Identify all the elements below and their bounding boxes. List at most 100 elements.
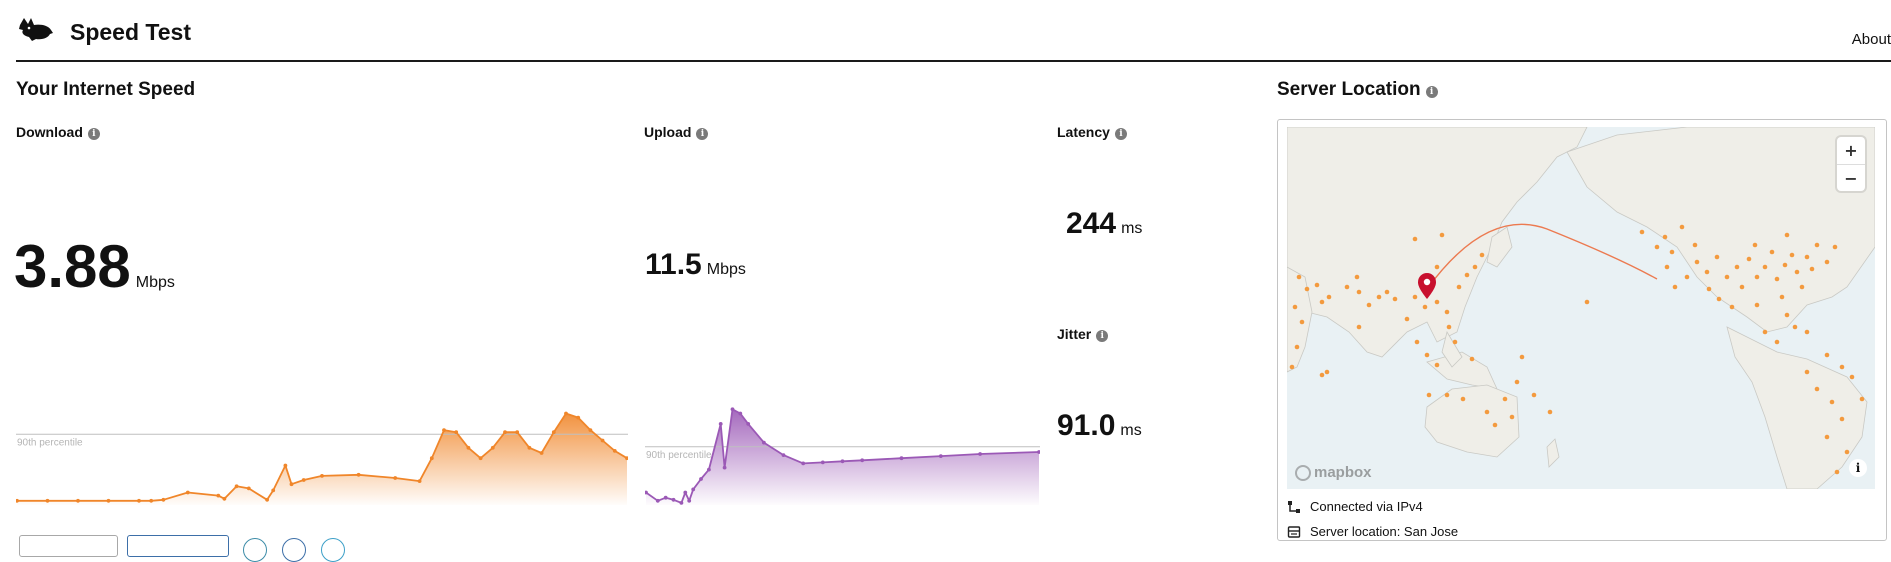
download-chart-point bbox=[588, 428, 593, 432]
upload-chart-point bbox=[738, 411, 743, 416]
upload-chart-point bbox=[899, 456, 904, 461]
upload-chart-percentile-label: 90th percentile bbox=[646, 450, 712, 461]
download-unit: Mbps bbox=[135, 274, 175, 291]
jitter-value: 91.0 ms bbox=[1057, 409, 1142, 443]
info-icon[interactable]: i bbox=[696, 128, 709, 140]
download-chart-point bbox=[490, 445, 495, 450]
download-chart-point bbox=[185, 490, 190, 495]
download-label: Download i bbox=[16, 124, 100, 140]
server-map-panel: + − mapbox i Connected via IPv4 Server l… bbox=[1277, 119, 1887, 541]
upload-chart: 90th percentile bbox=[645, 407, 1040, 505]
zoom-out-button[interactable]: − bbox=[1837, 164, 1865, 191]
upload-chart-point bbox=[781, 453, 786, 457]
download-chart-point bbox=[515, 430, 520, 435]
upload-chart-point bbox=[722, 465, 727, 470]
connection-info: Connected via IPv4 bbox=[1287, 499, 1423, 514]
download-chart-point bbox=[301, 478, 306, 482]
upload-chart-point bbox=[762, 440, 766, 445]
upload-chart-point bbox=[655, 498, 660, 503]
top-header: Speed Test About bbox=[16, 0, 1891, 62]
latency-value: 244 ms bbox=[1066, 207, 1142, 241]
download-chart-point bbox=[576, 415, 581, 420]
server-location-title: Server Location bbox=[1277, 79, 1421, 100]
download-chart-point bbox=[246, 486, 251, 491]
download-chart-point bbox=[600, 438, 605, 443]
download-chart-point bbox=[442, 428, 446, 432]
download-chart-point bbox=[222, 496, 227, 501]
download-chart-point bbox=[161, 497, 166, 502]
upload-chart-point bbox=[938, 454, 943, 458]
download-chart-point bbox=[271, 488, 276, 493]
upload-chart-point bbox=[663, 495, 668, 500]
upload-chart-point bbox=[691, 487, 696, 492]
zoom-control: + − bbox=[1837, 137, 1865, 191]
about-link[interactable]: About bbox=[1852, 31, 1891, 48]
server-location-text: Server location: San Jose bbox=[1310, 524, 1459, 539]
download-chart-point bbox=[454, 430, 459, 435]
upload-chart-point bbox=[746, 422, 751, 426]
upload-chart-point bbox=[801, 461, 806, 466]
download-chart-point bbox=[539, 451, 544, 455]
server-location-heading: Server Location i bbox=[1277, 79, 1438, 101]
rabbit-logo-icon[interactable] bbox=[18, 16, 54, 42]
info-icon[interactable]: i bbox=[1096, 330, 1109, 342]
download-chart-point bbox=[417, 479, 422, 483]
download-chart-point bbox=[320, 474, 324, 478]
server-location-info: Server location: San Jose bbox=[1287, 524, 1458, 539]
download-chart-point bbox=[265, 497, 269, 502]
download-chart-point bbox=[503, 430, 507, 435]
upload-chart-point bbox=[718, 422, 723, 426]
action-button[interactable] bbox=[19, 535, 118, 557]
download-chart-point bbox=[466, 445, 471, 450]
latency-label: Latency i bbox=[1057, 124, 1127, 140]
zoom-in-button[interactable]: + bbox=[1837, 137, 1865, 164]
attribution-info-icon[interactable]: i bbox=[1849, 459, 1867, 477]
upload-chart-point bbox=[730, 407, 735, 412]
mapbox-logo-icon bbox=[1295, 464, 1311, 481]
info-icon[interactable]: i bbox=[1114, 128, 1127, 140]
upload-chart-point bbox=[699, 477, 703, 481]
download-chart-point bbox=[283, 463, 288, 468]
server-icon bbox=[1287, 525, 1301, 538]
latency-number: 244 bbox=[1066, 207, 1117, 240]
internet-speed-heading: Your Internet Speed bbox=[16, 79, 196, 100]
jitter-unit: ms bbox=[1120, 422, 1142, 439]
upload-chart-point bbox=[978, 452, 982, 456]
download-chart-point bbox=[393, 476, 398, 480]
jitter-label: Jitter i bbox=[1057, 326, 1109, 342]
info-icon[interactable]: i bbox=[1425, 86, 1438, 98]
upload-value: 11.5 Mbps bbox=[645, 248, 746, 282]
world-map[interactable]: + − mapbox i bbox=[1287, 127, 1875, 489]
upload-chart-point bbox=[683, 490, 688, 495]
download-chart-point bbox=[527, 445, 532, 450]
mapbox-logo-text: mapbox bbox=[1314, 464, 1372, 481]
app-title: Speed Test bbox=[70, 19, 191, 45]
upload-chart-point bbox=[707, 467, 711, 472]
download-chart-point bbox=[429, 456, 434, 461]
download-chart-point bbox=[356, 472, 361, 477]
download-value: 3.88 Mbps bbox=[14, 232, 175, 301]
upload-unit: Mbps bbox=[706, 261, 746, 278]
action-button-primary[interactable] bbox=[127, 535, 229, 557]
mapbox-logo[interactable]: mapbox bbox=[1295, 464, 1372, 481]
upload-number: 11.5 bbox=[645, 248, 702, 281]
map-canvas bbox=[1287, 127, 1875, 489]
network-icon bbox=[1288, 500, 1300, 513]
info-icon[interactable]: i bbox=[87, 128, 100, 140]
download-chart-area bbox=[17, 413, 627, 505]
upload-label: Upload i bbox=[644, 124, 709, 140]
download-chart-percentile-label: 90th percentile bbox=[17, 437, 83, 448]
download-chart: 90th percentile bbox=[16, 411, 628, 505]
download-chart-point bbox=[216, 493, 221, 498]
latency-label-text: Latency bbox=[1057, 124, 1110, 140]
upload-chart-point bbox=[820, 460, 825, 465]
download-chart-point bbox=[149, 498, 154, 503]
upload-chart-point bbox=[679, 501, 684, 505]
download-chart-point bbox=[289, 482, 294, 487]
download-chart-point bbox=[234, 484, 239, 489]
connected-via-text: Connected via IPv4 bbox=[1310, 499, 1423, 514]
upload-label-text: Upload bbox=[644, 124, 692, 140]
download-chart-point bbox=[76, 498, 80, 503]
upload-chart-point bbox=[687, 498, 692, 503]
jitter-label-text: Jitter bbox=[1057, 326, 1092, 342]
